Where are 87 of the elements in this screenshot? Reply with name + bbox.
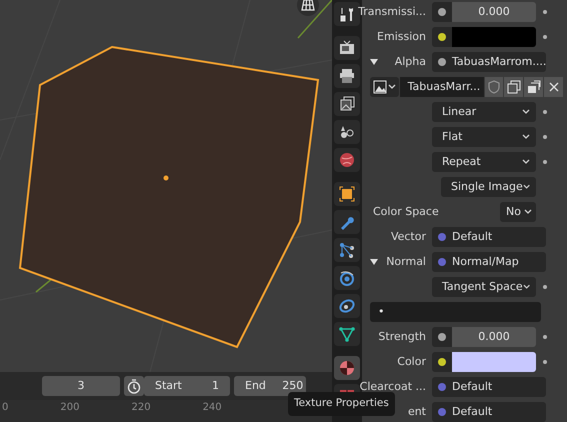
color-swatch[interactable]: [452, 352, 536, 372]
socket-link-field[interactable]: Default: [432, 402, 546, 422]
keyframe-dot[interactable]: [543, 135, 547, 139]
caret-icon: [522, 284, 530, 290]
dropdown-menu-button[interactable]: Flat: [432, 127, 536, 147]
keyframe-dot[interactable]: [543, 335, 547, 339]
caret-icon: [522, 109, 530, 115]
ruler-tick-label: 0: [2, 401, 8, 415]
stopwatch-icon[interactable]: [124, 376, 144, 396]
field-label: Color: [397, 354, 426, 370]
frame-field[interactable]: 3: [42, 376, 120, 396]
world-icon: [337, 150, 357, 170]
field-label: Alpha: [394, 54, 426, 70]
object-tab[interactable]: [334, 182, 360, 206]
dropdown-menu-button[interactable]: Single Image: [441, 177, 536, 197]
scene-tab[interactable]: [334, 120, 360, 144]
close-icon: [546, 80, 561, 94]
keyframe-dot[interactable]: [543, 160, 547, 164]
socket-link-field[interactable]: Normal/Map: [432, 252, 546, 272]
layers-icon: [526, 80, 541, 94]
output-icon: [337, 66, 357, 86]
socket-link-field[interactable]: TabuasMarrom....: [432, 52, 546, 72]
data-icon: [337, 324, 357, 344]
ruler-tick-label: 220: [131, 401, 151, 415]
fake-user-button[interactable]: [484, 77, 504, 97]
caret-icon: [522, 184, 530, 190]
world-tab[interactable]: [334, 148, 360, 172]
image-browse-button[interactable]: [370, 77, 399, 97]
start-frame-field[interactable]: Start 1: [144, 376, 230, 396]
caret-icon: [524, 209, 532, 215]
dropdown-menu-button[interactable]: Repeat: [432, 152, 536, 172]
modifier-tab[interactable]: [334, 210, 360, 234]
field-label: Vector: [390, 228, 426, 245]
image-icon: [373, 80, 387, 94]
output-tab[interactable]: [334, 64, 360, 88]
keyframe-dot[interactable]: [543, 285, 547, 289]
field-label: Normal: [386, 254, 426, 270]
dropdown-menu-button[interactable]: Tangent Space: [432, 277, 536, 297]
ruler-tick-label: 240: [202, 401, 222, 415]
copy-icon: [506, 80, 521, 94]
image-name-field[interactable]: TabuasMarr...: [400, 77, 484, 97]
socket-link-field[interactable]: Default: [432, 377, 546, 397]
field-label: Strength: [378, 328, 426, 345]
render-tab[interactable]: [334, 36, 360, 60]
keyframe-dot[interactable]: [543, 360, 547, 364]
physics-tab[interactable]: [334, 266, 360, 290]
socket-button[interactable]: [432, 2, 452, 22]
expand-arrow-icon[interactable]: [370, 58, 378, 66]
view-layer-tab[interactable]: [334, 92, 360, 116]
new-image-button[interactable]: [524, 77, 544, 97]
tool-tab[interactable]: [334, 2, 360, 26]
constraints-tab[interactable]: [334, 294, 360, 318]
grid-icon[interactable]: [297, 0, 319, 16]
field-label: Color Space: [372, 204, 440, 220]
material-tab[interactable]: [334, 356, 360, 380]
material-icon: [337, 358, 357, 378]
socket-link-field[interactable]: Default: [432, 227, 546, 247]
dropdown-menu-button[interactable]: No: [500, 202, 536, 222]
field-label: Emission: [377, 28, 426, 45]
text-field[interactable]: •: [370, 302, 541, 322]
field-label: ent: [408, 404, 426, 420]
dropdown-menu-button[interactable]: Linear: [432, 102, 536, 122]
color-swatch[interactable]: [452, 27, 536, 47]
field-label: Transmissi...: [358, 4, 426, 20]
shield-icon: [487, 80, 502, 94]
caret-icon: [522, 159, 530, 165]
data-tab[interactable]: [334, 322, 360, 346]
particles-tab[interactable]: [334, 238, 360, 262]
caret-icon: [522, 134, 530, 140]
unlink-button[interactable]: [544, 77, 563, 97]
keyframe-dot[interactable]: [543, 35, 547, 39]
number-field[interactable]: 0.000: [452, 327, 536, 347]
keyframe-dot[interactable]: [543, 110, 547, 114]
caret-icon: [388, 84, 396, 90]
field-label: Clearcoat ...: [360, 378, 426, 395]
object-icon: [337, 184, 357, 204]
end-frame-field[interactable]: End 250: [234, 376, 306, 396]
ruler-tick-label: 200: [60, 401, 80, 415]
number-field[interactable]: 0.000: [452, 2, 536, 22]
socket-button[interactable]: [432, 27, 452, 47]
socket-button[interactable]: [432, 327, 452, 347]
particles-icon: [337, 240, 357, 260]
keyframe-dot[interactable]: [543, 10, 547, 14]
tooltip: Texture Properties: [288, 392, 395, 416]
expand-arrow-icon[interactable]: [370, 258, 378, 266]
duplicate-button[interactable]: [504, 77, 524, 97]
socket-button[interactable]: [432, 352, 452, 372]
